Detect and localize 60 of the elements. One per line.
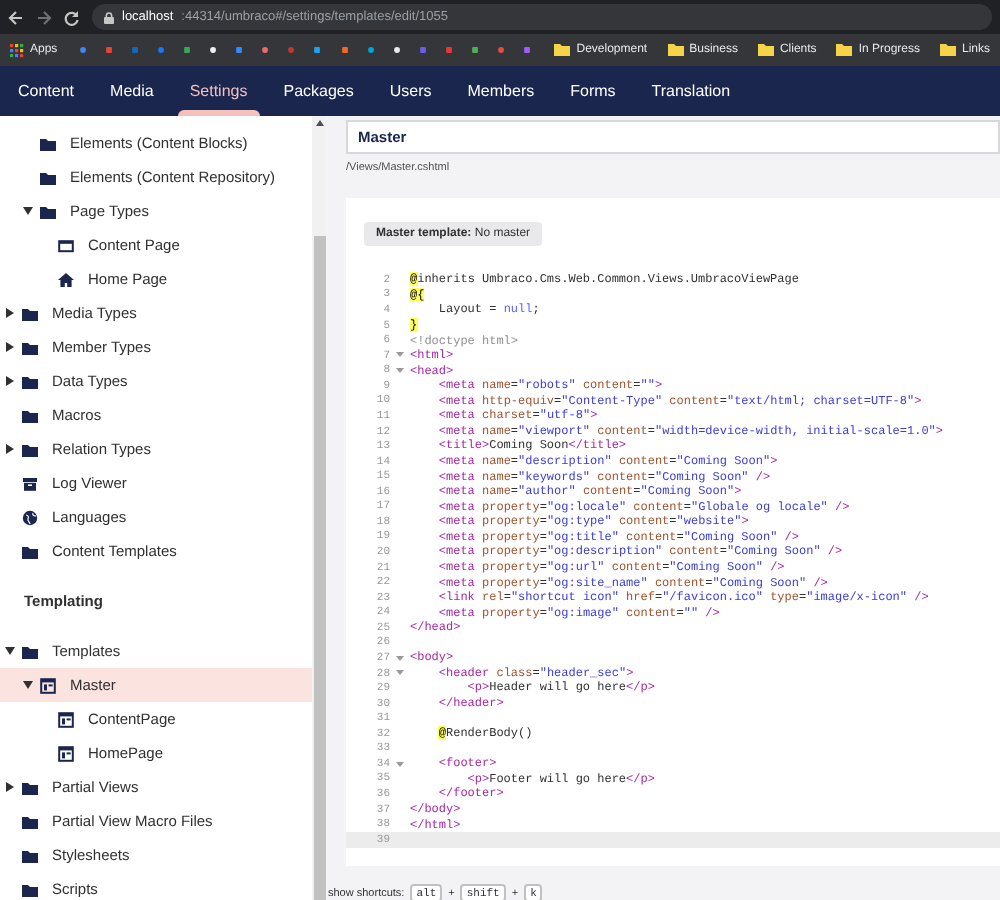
fold-caret-icon[interactable] xyxy=(396,761,404,768)
template-icon xyxy=(58,745,74,761)
archive-box-icon xyxy=(22,475,38,491)
folder-icon xyxy=(22,305,38,321)
caret-icon[interactable] xyxy=(6,376,14,386)
folder-icon xyxy=(836,42,853,58)
caret-icon[interactable] xyxy=(6,342,14,352)
nav-tab[interactable]: Media xyxy=(92,66,172,116)
folder-icon xyxy=(40,135,56,151)
reload-icon[interactable] xyxy=(64,9,80,25)
folder-icon xyxy=(22,813,38,829)
folder-icon xyxy=(667,42,684,58)
nav-tab[interactable]: Users xyxy=(371,66,450,116)
nav-tab[interactable]: Members xyxy=(449,66,553,116)
fold-caret-icon[interactable] xyxy=(396,352,404,359)
folder-icon xyxy=(22,643,38,659)
fold-caret-icon[interactable] xyxy=(396,367,404,374)
nav-tab[interactable]: Content xyxy=(0,66,93,116)
template-icon xyxy=(40,677,56,693)
window-icon xyxy=(58,237,74,253)
folder-icon xyxy=(22,779,38,795)
house-icon xyxy=(58,271,74,287)
scroll-up-icon[interactable] xyxy=(316,120,324,126)
site-icon[interactable] xyxy=(210,42,217,58)
folder-icon xyxy=(22,373,38,389)
folder-icon xyxy=(554,42,571,58)
folder-icon xyxy=(757,42,774,58)
folder-icon xyxy=(940,42,956,58)
folder-icon xyxy=(22,441,38,457)
caret-icon[interactable] xyxy=(6,308,14,318)
site-icon[interactable] xyxy=(471,42,478,58)
caret-icon[interactable] xyxy=(23,681,33,689)
globe-icon xyxy=(22,509,38,525)
nav-tab[interactable]: Settings xyxy=(171,66,266,116)
folder-icon xyxy=(40,203,56,219)
folder-icon xyxy=(22,881,38,897)
caret-icon[interactable] xyxy=(5,647,15,655)
folder-icon xyxy=(22,543,38,559)
back-icon[interactable] xyxy=(8,9,24,25)
folder-icon xyxy=(22,847,38,863)
fold-caret-icon[interactable] xyxy=(396,655,404,662)
folder-icon xyxy=(40,169,56,185)
fold-caret-icon[interactable] xyxy=(396,670,404,677)
site-icon[interactable] xyxy=(393,42,400,58)
scrollbar[interactable] xyxy=(312,116,326,900)
nav-tab[interactable]: Packages xyxy=(265,66,372,116)
forward-icon[interactable] xyxy=(36,9,52,25)
scrollbar-thumb[interactable] xyxy=(314,236,326,900)
caret-icon[interactable] xyxy=(6,444,14,454)
apps-icon[interactable] xyxy=(10,43,24,57)
nav-tab[interactable]: Forms xyxy=(552,66,634,116)
folder-icon xyxy=(22,407,38,423)
template-icon xyxy=(58,711,74,727)
caret-icon[interactable] xyxy=(6,782,14,792)
lock-icon xyxy=(104,11,114,23)
site-icon[interactable] xyxy=(367,42,374,58)
site-icon[interactable] xyxy=(314,42,321,58)
nav-tab[interactable]: Translation xyxy=(633,66,749,116)
folder-icon xyxy=(22,339,38,355)
caret-icon[interactable] xyxy=(23,207,33,215)
